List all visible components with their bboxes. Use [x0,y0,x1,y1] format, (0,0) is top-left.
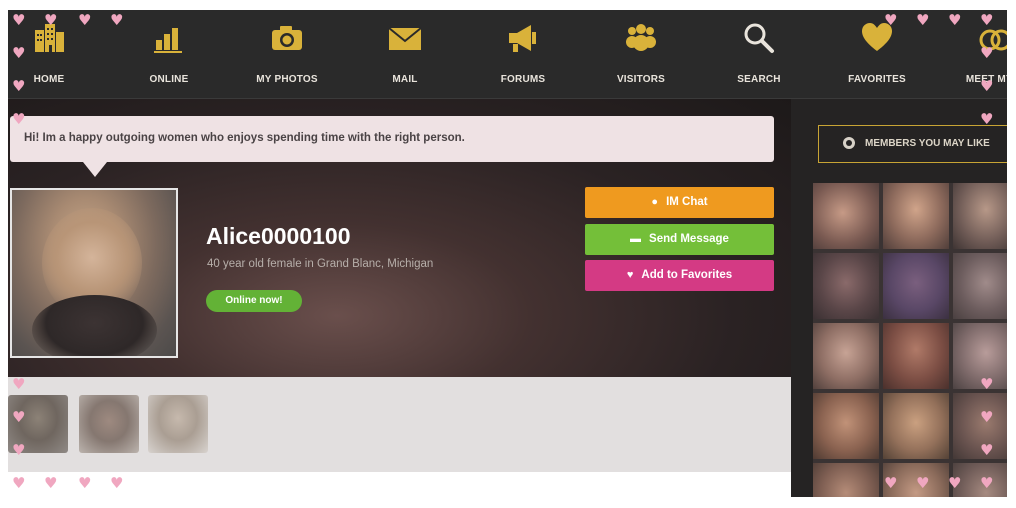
heart-decoration-icon: ♥ [980,408,994,426]
heart-decoration-icon: ♥ [884,11,898,29]
circle-icon [843,137,855,149]
people-icon [626,24,656,51]
member-thumbnail[interactable] [813,323,879,389]
heart-decoration-icon: ♥ [78,11,92,29]
nav-online-label: ONLINE [149,74,189,85]
nav-meet-my-match-label: MEET MY M [965,74,1007,85]
bio-text: Hi! Im a happy outgoing women who enjoys… [24,132,465,144]
nav-favorites-label: FAVORITES [848,74,906,85]
nav-search-label: SEARCH [737,74,781,85]
heart-decoration-icon: ♥ [916,474,930,492]
heart-decoration-icon: ♥ [948,474,962,492]
heart-decoration-icon: ♥ [12,11,26,29]
camera-icon [272,26,302,50]
im-chat-button[interactable]: ● IM Chat [585,187,774,218]
heart-decoration-icon: ♥ [78,474,92,492]
chat-bubble-icon: ● [651,196,659,208]
magnifier-icon [744,23,774,53]
heart-decoration-icon: ♥ [12,408,26,426]
heart-decoration-icon: ♥ [12,375,26,393]
heart-decoration-icon: ♥ [980,11,994,29]
im-chat-label: IM Chat [666,196,708,208]
heart-decoration-icon: ♥ [884,474,898,492]
content-area [8,472,791,497]
member-thumbnail[interactable] [883,253,949,319]
envelope-icon [388,27,422,50]
profile-photos-strip [8,377,791,472]
heart-decoration-icon: ♥ [916,11,930,29]
top-navigation: HOME ONLINE MY PHOTOS MAIL FORUMS VISITO… [8,10,1007,99]
bar-chart-icon [154,28,182,53]
heart-decoration-icon: ♥ [110,474,124,492]
dating-site-window: HOME ONLINE MY PHOTOS MAIL FORUMS VISITO… [8,10,1007,497]
add-to-favorites-label: Add to Favorites [641,269,733,281]
members-you-may-like-label: MEMBERS YOU MAY LIKE [865,138,990,149]
profile-description: 40 year old female in Grand Blanc, Michi… [207,258,434,270]
heart-decoration-icon: ♥ [44,11,58,29]
heart-decoration-icon: ♥ [980,44,994,62]
right-sidebar: MEMBERS YOU MAY LIKE [791,99,1007,497]
heart-decoration-icon: ♥ [110,11,124,29]
nav-forums[interactable]: FORUMS [468,10,578,98]
member-thumbnail[interactable] [813,253,879,319]
heart-decoration-icon: ♥ [980,441,994,459]
megaphone-icon [509,25,536,52]
heart-decoration-icon: ♥ [12,441,26,459]
heart-decoration-icon: ♥ [12,474,26,492]
bio-speech-bubble: Hi! Im a happy outgoing women who enjoys… [10,116,774,162]
profile-name: Alice0000100 [206,223,351,249]
nav-search[interactable]: SEARCH [704,10,814,98]
heart-decoration-icon: ♥ [12,77,26,95]
members-you-may-like-button[interactable]: MEMBERS YOU MAY LIKE [818,125,1007,163]
nav-visitors-label: VISITORS [616,74,666,85]
send-message-label: Send Message [649,233,729,245]
member-thumbnail[interactable] [883,183,949,249]
member-thumbnail[interactable] [813,463,879,497]
nav-mail[interactable]: MAIL [350,10,460,98]
online-status-badge: Online now! [206,290,302,312]
heart-decoration-icon: ♥ [980,375,994,393]
member-thumbnail[interactable] [953,253,1007,319]
bio-bubble-tail [83,162,107,177]
heart-decoration-icon: ♥ [980,474,994,492]
envelope-icon: ▬ [630,233,642,245]
nav-online[interactable]: ONLINE [114,10,224,98]
profile-avatar[interactable] [10,188,178,358]
heart-decoration-icon: ♥ [980,77,994,95]
nav-my-photos-label: MY PHOTOS [256,74,318,85]
member-suggestions-grid [813,183,1007,497]
member-thumbnail[interactable] [813,183,879,249]
send-message-button[interactable]: ▬ Send Message [585,224,774,255]
heart-decoration-icon: ♥ [12,44,26,62]
member-thumbnail[interactable] [883,323,949,389]
photo-thumbnail[interactable] [148,395,208,453]
member-thumbnail[interactable] [953,183,1007,249]
nav-visitors[interactable]: VISITORS [586,10,696,98]
nav-mail-label: MAIL [392,74,418,85]
add-to-favorites-button[interactable]: ♥ Add to Favorites [585,260,774,291]
photo-thumbnail[interactable] [79,395,139,453]
nav-my-photos[interactable]: MY PHOTOS [232,10,342,98]
heart-decoration-icon: ♥ [980,110,994,128]
heart-decoration-icon: ♥ [44,474,58,492]
heart-decoration-icon: ♥ [948,11,962,29]
heart-icon: ♥ [626,269,634,281]
heart-decoration-icon: ♥ [12,110,26,128]
member-thumbnail[interactable] [883,393,949,459]
nav-forums-label: FORUMS [500,74,546,85]
member-thumbnail[interactable] [813,393,879,459]
